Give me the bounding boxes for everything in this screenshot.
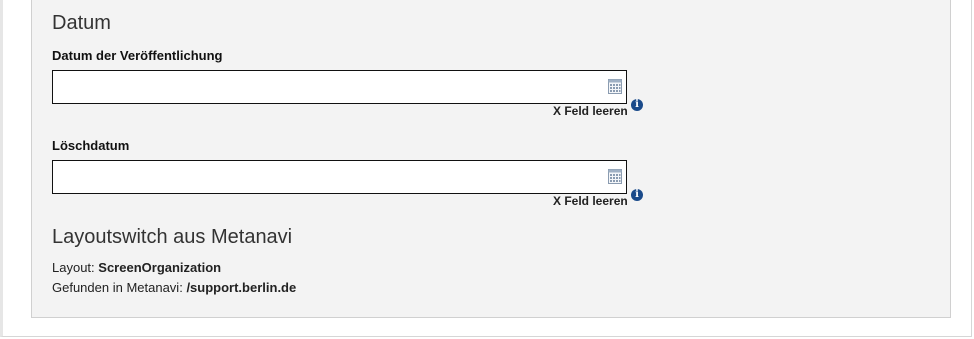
found-label: Gefunden in Metanavi: xyxy=(52,280,183,295)
calendar-icon[interactable] xyxy=(608,79,622,94)
form-panel: Datum Datum der Veröffentlichung X Feld … xyxy=(31,0,951,318)
layout-label: Layout: xyxy=(52,260,95,275)
info-icon[interactable]: i xyxy=(631,189,643,201)
page-frame: Datum Datum der Veröffentlichung X Feld … xyxy=(0,0,972,337)
datum-heading: Datum xyxy=(52,12,111,34)
layout-line: Layout: ScreenOrganization xyxy=(52,260,221,275)
found-line: Gefunden in Metanavi: /support.berlin.de xyxy=(52,280,296,295)
found-value: /support.berlin.de xyxy=(186,280,297,295)
publish-date-field[interactable] xyxy=(52,70,627,104)
publish-date-input[interactable] xyxy=(57,72,601,104)
delete-clear-link[interactable]: X Feld leeren xyxy=(553,194,628,208)
delete-date-label: Löschdatum xyxy=(52,138,130,153)
layoutswitch-heading: Layoutswitch aus Metanavi xyxy=(52,226,293,248)
delete-date-field[interactable] xyxy=(52,160,627,194)
info-icon[interactable]: i xyxy=(631,99,643,111)
layout-value: ScreenOrganization xyxy=(98,260,222,275)
calendar-icon[interactable] xyxy=(608,169,622,184)
delete-date-input[interactable] xyxy=(57,162,601,194)
publish-date-label: Datum der Veröffentlichung xyxy=(52,48,223,63)
publish-clear-link[interactable]: X Feld leeren xyxy=(553,104,628,118)
